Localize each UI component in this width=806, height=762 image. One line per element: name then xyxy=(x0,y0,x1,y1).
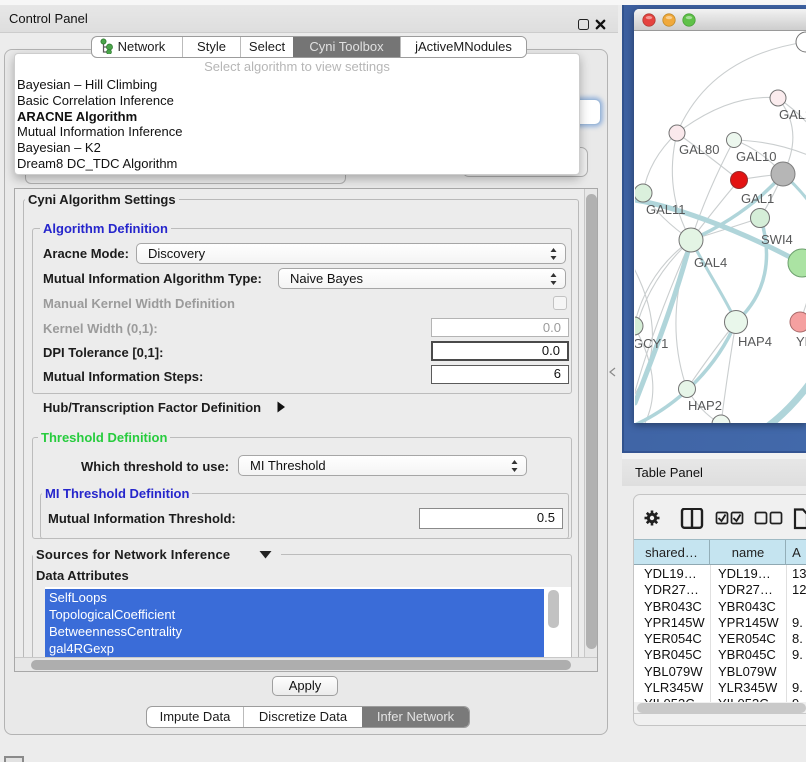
svg-text:GAL1: GAL1 xyxy=(741,191,774,206)
svg-text:GAL80: GAL80 xyxy=(679,142,719,157)
svg-text:GAL2: GAL2 xyxy=(779,107,806,122)
svg-text:YEL: YEL xyxy=(796,334,806,349)
svg-text:HAP4: HAP4 xyxy=(738,334,772,349)
svg-text:GAL11: GAL11 xyxy=(646,202,686,217)
svg-text:HAP2: HAP2 xyxy=(688,398,722,413)
svg-text:SWI4: SWI4 xyxy=(761,232,793,247)
svg-text:GAL10: GAL10 xyxy=(736,149,776,164)
svg-text:GAL4: GAL4 xyxy=(694,255,727,270)
svg-text:GCY1: GCY1 xyxy=(635,336,668,351)
